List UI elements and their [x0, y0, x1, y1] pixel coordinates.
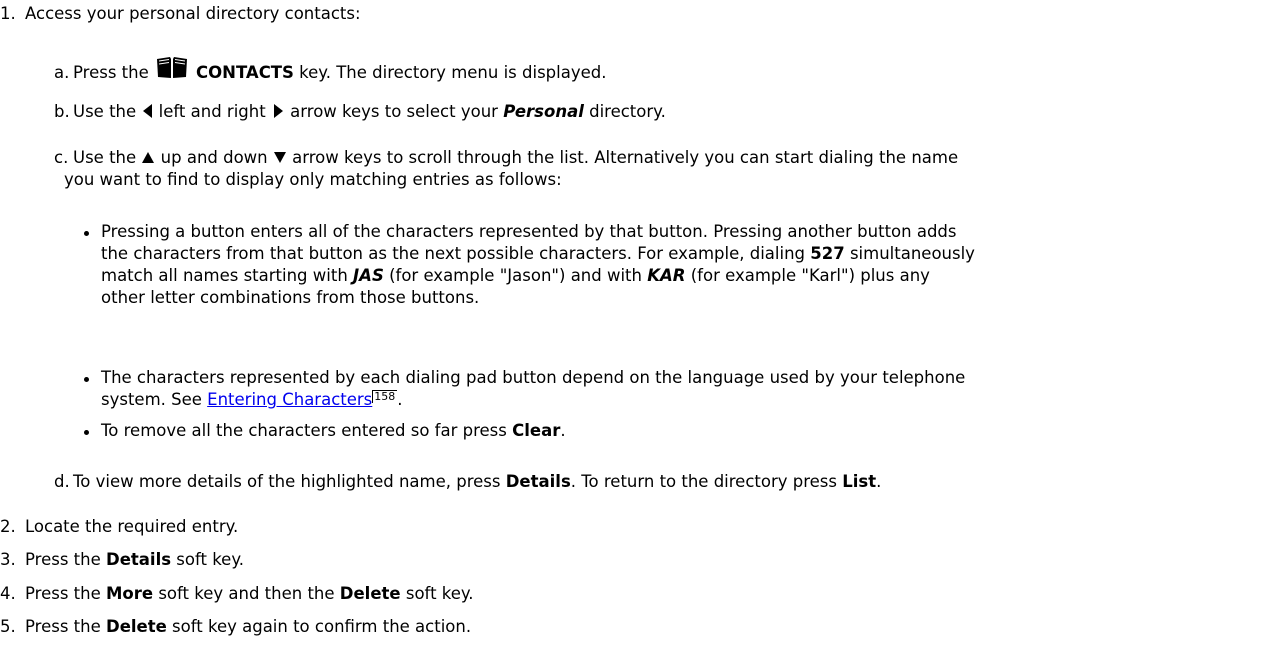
bullet-text: To remove all the characters entered so …: [101, 421, 513, 440]
step-5: 5. Press the Delete soft key again to con…: [0, 617, 471, 637]
substep-a: a. Press the CONTACTS key. The directory …: [54, 56, 606, 85]
substep-text-end: arrow keys to scroll through the list. A…: [286, 148, 959, 167]
clear-label: Clear: [512, 421, 561, 440]
more-soft-key-label: More: [106, 584, 154, 603]
substep-text: Press the: [73, 63, 154, 82]
left-arrow-icon: [141, 103, 153, 123]
bullet-text-mid: (for example "Jason") and with: [383, 266, 648, 285]
bullet-text-end: (for example "Karl") plus any: [685, 266, 930, 285]
step-text: Locate the required entry.: [25, 517, 239, 536]
step-text-end: soft key again to confirm the action.: [166, 617, 472, 636]
step-text-end: soft key.: [171, 550, 244, 569]
bullet-text-end: .: [560, 421, 566, 440]
details-label: Details: [505, 472, 571, 491]
substep-d: d. To view more details of the highlighte…: [54, 472, 881, 492]
substep-number: c.: [54, 148, 69, 167]
bullet-text: system. See: [101, 390, 208, 409]
digits-527: 527: [810, 244, 845, 263]
bullet-1-line3: match all names starting with JAS (for e…: [101, 266, 930, 286]
substep-text-end: directory.: [583, 102, 666, 121]
personal-label: Personal: [503, 102, 584, 121]
bullet-2-line1: The characters represented by each diali…: [101, 368, 966, 387]
substep-text: To view more details of the highlighted …: [73, 472, 506, 491]
kar-label: KAR: [647, 266, 686, 285]
step-text-end: soft key.: [400, 584, 474, 603]
bullet-2-line2: system. See Entering Characters 158.: [101, 390, 403, 410]
bullet-1-line2: the characters from that button as the n…: [101, 244, 975, 264]
entering-characters-link[interactable]: Entering Characters: [207, 390, 372, 409]
bullet-text: the characters from that button as the n…: [101, 244, 811, 263]
substep-number: d.: [54, 472, 70, 491]
substep-text-mid: . To return to the directory press: [570, 472, 843, 491]
substep-b: b. Use the left and right arrow keys to s…: [54, 102, 666, 123]
book-icon: [156, 56, 188, 85]
substep-text: Use the: [73, 102, 142, 121]
bullet-text: match all names starting with: [101, 266, 354, 285]
delete-soft-key-label: Delete: [106, 617, 167, 636]
step-2: 2. Locate the required entry.: [0, 517, 238, 537]
bullet-text-end: simultaneously: [844, 244, 975, 263]
step-text-mid: soft key and then the: [153, 584, 340, 603]
step-text: Press the: [25, 584, 106, 603]
bullet-1-line1: Pressing a button enters all of the char…: [101, 222, 957, 241]
substep-text: Use the: [73, 148, 142, 167]
step-3: 3. Press the Details soft key.: [0, 550, 244, 570]
bullet-dot: [84, 377, 89, 382]
step-text: Access your personal directory contacts:: [25, 4, 361, 23]
step-number: 4.: [0, 584, 16, 603]
jas-label: JAS: [353, 266, 384, 285]
step-number: 2.: [0, 517, 16, 536]
bullet-1-line4: other letter combinations from those but…: [101, 288, 480, 307]
substep-number: a.: [54, 63, 70, 82]
details-soft-key-label: Details: [106, 550, 172, 569]
step-4: 4. Press the More soft key and then the D…: [0, 584, 474, 604]
page-reference[interactable]: 158: [372, 390, 398, 403]
list-label: List: [842, 472, 877, 491]
substep-c: c. Use the up and down arrow keys to scro…: [54, 148, 958, 169]
substep-c-line2: you want to find to display only matchin…: [64, 170, 562, 189]
step-number: 5.: [0, 617, 16, 636]
substep-text-end: .: [876, 472, 882, 491]
substep-text-mid2: arrow keys to select your: [284, 102, 504, 121]
step-1: 1. Access your personal directory contact…: [0, 4, 361, 24]
substep-number: b.: [54, 102, 70, 121]
bullet-dot: [84, 231, 89, 236]
substep-text-mid: up and down: [155, 148, 273, 167]
bullet-3: To remove all the characters entered so …: [101, 421, 566, 441]
right-arrow-icon: [273, 103, 285, 123]
step-text: Press the: [25, 617, 106, 636]
down-arrow-icon: [273, 149, 287, 169]
bullet-dot: [84, 430, 89, 435]
help-page: { "steps": [ {"num": "1.", "text": "Acce…: [0, 0, 1271, 647]
step-number: 3.: [0, 550, 16, 569]
delete-soft-key-label: Delete: [339, 584, 401, 603]
contacts-key-label: CONTACTS: [196, 63, 294, 82]
up-arrow-icon: [141, 149, 155, 169]
substep-text-end: key. The directory menu is displayed.: [293, 63, 607, 82]
step-number: 1.: [0, 4, 16, 23]
bullet-text-end: .: [397, 390, 403, 409]
step-text: Press the: [25, 550, 106, 569]
substep-text-mid: left and right: [153, 102, 271, 121]
